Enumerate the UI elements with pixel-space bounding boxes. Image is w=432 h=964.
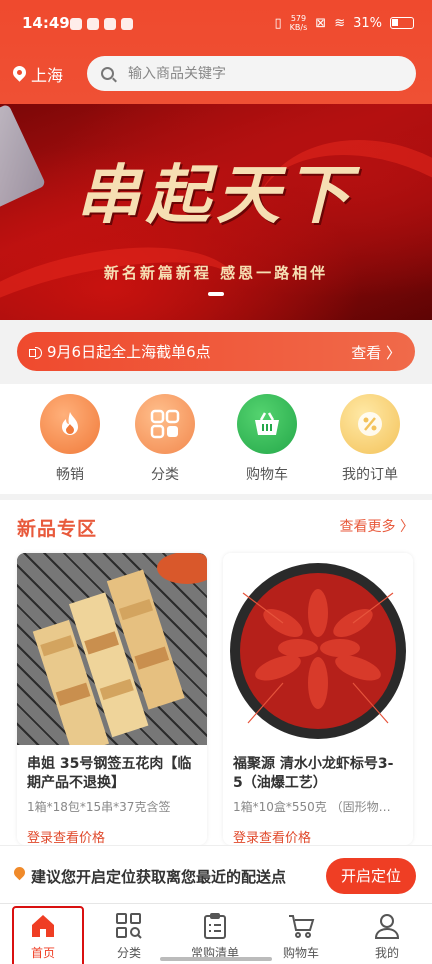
- location-label: 上海: [31, 66, 64, 85]
- quick-bestseller[interactable]: 畅销: [30, 394, 110, 484]
- notice-bar[interactable]: 9月6日起全上海截单6点 查看 〉: [17, 332, 415, 371]
- speed-unit: KB/s: [289, 23, 308, 32]
- status-time: 14:49: [22, 14, 70, 32]
- search-icon: [101, 67, 114, 80]
- product-image: [223, 553, 413, 745]
- product-spec: 1箱*18包*15串*37克含签: [27, 800, 171, 814]
- quick-label: 我的订单: [342, 467, 398, 483]
- tab-frequent-list[interactable]: 常购清单: [172, 904, 258, 964]
- home-icon: [32, 915, 54, 937]
- product-image: [17, 553, 207, 745]
- search-bar[interactable]: [87, 56, 416, 91]
- bottom-tab-bar: 首页 分类 常购清单 购物车 我的: [0, 903, 432, 964]
- fire-icon: [40, 394, 100, 454]
- banner-subtitle: 新名新篇新程 感恩一路相伴: [103, 264, 329, 282]
- home-indicator: [160, 957, 272, 961]
- location-pin-icon: [14, 867, 26, 882]
- battery-percent: 31%: [353, 15, 382, 31]
- product-card[interactable]: 福聚源 清水小龙虾标号3-5（油爆工艺） 1箱*10盒*550克 （固形物… 登…: [223, 553, 413, 845]
- tab-category[interactable]: 分类: [86, 904, 172, 964]
- quick-category[interactable]: 分类: [125, 394, 205, 484]
- cart-icon: [289, 915, 315, 938]
- tab-label: 我的: [374, 946, 399, 960]
- new-products-section: 新品专区 查看更多 〉 串姐 35号钢签五花肉【临期产品不退换】 1箱*18包*…: [0, 500, 432, 845]
- notification-icon: [87, 18, 99, 30]
- quick-label: 分类: [151, 467, 179, 483]
- quick-cart[interactable]: 购物车: [227, 394, 307, 484]
- enable-location-button[interactable]: 开启定位: [326, 858, 416, 894]
- location-prompt-text: 建议您开启定位获取离您最近的配送点: [31, 868, 287, 886]
- tab-cart[interactable]: 购物车: [258, 904, 344, 964]
- banner-title: 串起天下: [76, 158, 356, 233]
- promo-banner[interactable]: 串起天下 新名新篇新程 感恩一路相伴: [0, 104, 432, 320]
- vibrate-icon: ▯: [274, 15, 282, 31]
- battery-icon: [390, 17, 414, 29]
- quick-entry-row: 畅销 分类 购物车 我的订单: [0, 384, 432, 494]
- grid-search-icon: [116, 913, 142, 939]
- app-header: 14:49 ▯ 579 KB/s ⊠ ≋ 31% 上海: [0, 0, 432, 104]
- basket-icon: [237, 394, 297, 454]
- notice-text: 9月6日起全上海截单6点: [47, 343, 211, 361]
- login-price-link[interactable]: 登录查看价格: [27, 827, 197, 845]
- notice-view-link[interactable]: 查看 〉: [351, 342, 401, 363]
- notification-icon: [70, 18, 82, 30]
- product-spec: 1箱*10盒*550克 （固形物…: [233, 800, 391, 814]
- quick-label: 购物车: [246, 467, 288, 483]
- network-speed: 579 KB/s: [290, 14, 308, 32]
- tab-home[interactable]: 首页: [0, 904, 86, 964]
- speaker-icon: [29, 346, 43, 359]
- user-icon: [374, 914, 400, 939]
- sim-icon: ⊠: [315, 15, 327, 31]
- location-prompt-bar: 建议您开启定位获取离您最近的配送点 开启定位: [0, 845, 432, 903]
- status-bar: 14:49 ▯ 579 KB/s ⊠ ≋ 31%: [0, 0, 432, 50]
- login-price-link[interactable]: 登录查看价格: [233, 827, 403, 845]
- speed-value: 579: [290, 14, 307, 23]
- clipboard-icon: [204, 913, 226, 939]
- section-title: 新品专区: [17, 518, 98, 540]
- search-input[interactable]: [128, 65, 388, 82]
- wifi-icon: ≋: [334, 15, 346, 31]
- category-icon: [135, 394, 195, 454]
- tab-label: 首页: [30, 946, 55, 960]
- tab-profile[interactable]: 我的: [344, 904, 430, 964]
- location-pin-icon: [13, 66, 26, 83]
- banner-indicator: [208, 292, 224, 296]
- product-card[interactable]: 串姐 35号钢签五花肉【临期产品不退换】 1箱*18包*15串*37克含签 登录…: [17, 553, 207, 845]
- notification-icon: [104, 18, 116, 30]
- order-icon: [340, 394, 400, 454]
- quick-label: 畅销: [56, 467, 84, 483]
- product-name: 福聚源 清水小龙虾标号3-5（油爆工艺）: [233, 756, 394, 791]
- location-selector[interactable]: 上海: [13, 62, 63, 86]
- view-more-link[interactable]: 查看更多 〉: [340, 516, 414, 536]
- quick-orders[interactable]: 我的订单: [330, 394, 410, 484]
- status-app-icons: [70, 18, 133, 30]
- product-name: 串姐 35号钢签五花肉【临期产品不退换】: [27, 756, 192, 791]
- status-right: ▯ 579 KB/s ⊠ ≋ 31%: [275, 14, 414, 32]
- notification-icon: [121, 18, 133, 30]
